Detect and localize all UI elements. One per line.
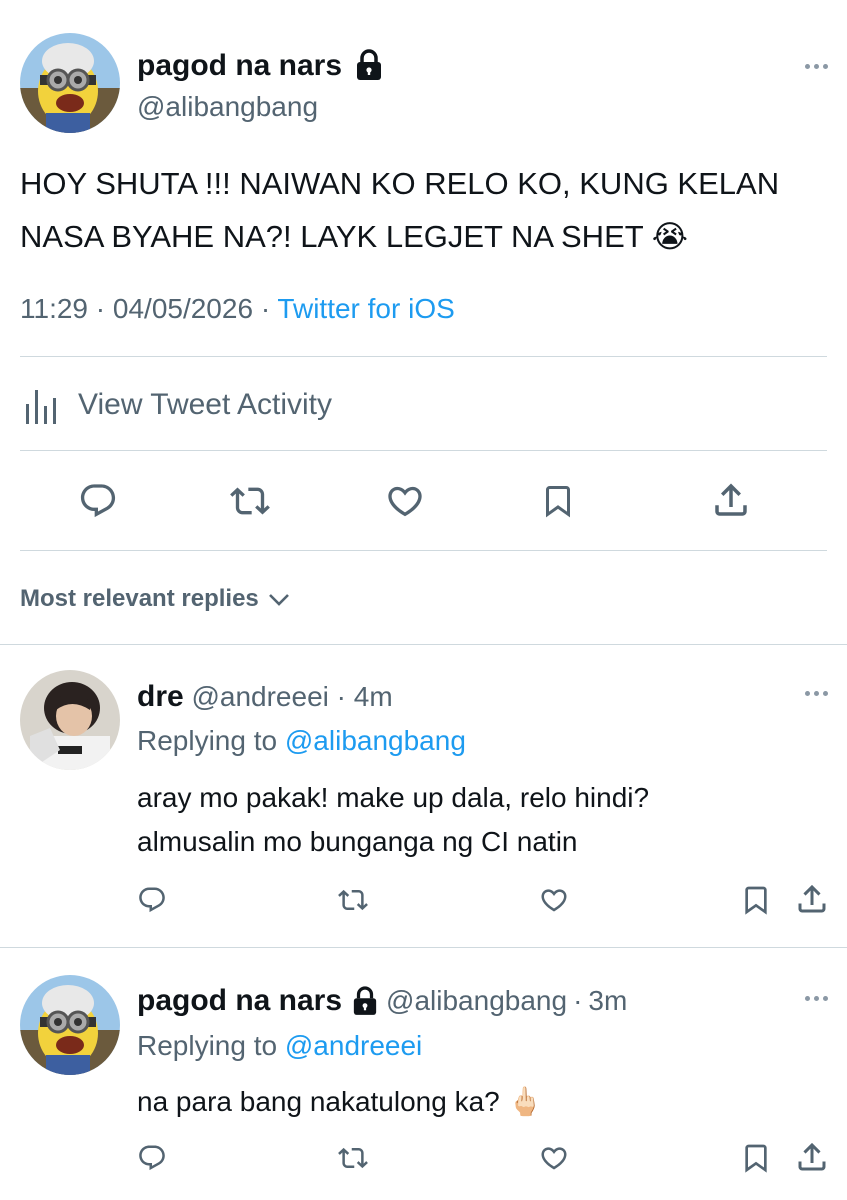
reply-text: aray mo pakak! make up dala, relo hindi?…: [137, 776, 649, 864]
divider: [20, 356, 827, 357]
reply-icon[interactable]: [137, 1143, 167, 1173]
reply-author-name[interactable]: dre: [137, 680, 184, 713]
reply-icon[interactable]: [78, 481, 118, 521]
like-icon[interactable]: [384, 481, 426, 521]
tweet-text-line: HOY SHUTA !!! NAIWAN KO RELO KO, KUNG KE…: [20, 166, 780, 201]
like-icon[interactable]: [538, 885, 570, 915]
tweet-time[interactable]: 11:29: [20, 293, 88, 324]
tweet-text-line: NASA BYAHE NA?! LAYK LEGJET NA SHET 😭: [20, 210, 779, 263]
reply-icon[interactable]: [137, 885, 167, 915]
more-options-icon[interactable]: [805, 691, 828, 696]
meta-separator: ·: [95, 293, 106, 324]
reply-header: dre @andreeei · 4m: [137, 680, 393, 714]
share-icon[interactable]: [710, 479, 752, 521]
more-options-icon[interactable]: [805, 996, 828, 1001]
retweet-icon[interactable]: [337, 1143, 369, 1173]
bookmark-icon[interactable]: [540, 481, 576, 521]
replying-to: Replying to @andreeei: [137, 1030, 422, 1062]
reply-time[interactable]: 4m: [354, 681, 393, 712]
author-name[interactable]: pagod na nars: [137, 49, 342, 83]
author-handle[interactable]: @alibangbang: [137, 91, 318, 123]
replying-to-prefix: Replying to: [137, 1030, 278, 1061]
share-icon[interactable]: [794, 881, 830, 917]
tweet-source-link[interactable]: Twitter for iOS: [277, 293, 454, 324]
view-activity-label: View Tweet Activity: [78, 388, 333, 421]
share-icon[interactable]: [794, 1139, 830, 1175]
reply-avatar[interactable]: [20, 670, 120, 770]
reply-header: pagod na nars @alibangbang · 3m: [137, 984, 627, 1018]
crying-emoji: 😭: [651, 219, 688, 254]
tweet-meta: 11:29 · 04/05/2026 · Twitter for iOS: [20, 293, 455, 325]
lock-icon: [352, 986, 378, 1016]
sort-label: Most relevant replies: [20, 585, 259, 612]
reply-text-line: na para bang nakatulong ka?: [137, 1086, 500, 1117]
replying-to-prefix: Replying to: [137, 725, 278, 756]
sort-replies-dropdown[interactable]: Most relevant replies: [20, 585, 291, 613]
lock-icon: [355, 49, 383, 81]
bookmark-icon[interactable]: [740, 883, 772, 917]
replying-to: Replying to @alibangbang: [137, 725, 466, 757]
divider: [20, 450, 827, 451]
replying-to-handle[interactable]: @alibangbang: [285, 725, 466, 756]
tweet-date[interactable]: 04/05/2026: [113, 293, 253, 324]
bookmark-icon[interactable]: [740, 1141, 772, 1175]
author-avatar[interactable]: [20, 33, 120, 133]
reply-text: na para bang nakatulong ka? 🖕🏻: [137, 1080, 542, 1124]
reply-text-line: aray mo pakak! make up dala, relo hindi?: [137, 782, 650, 813]
reply-author-name[interactable]: pagod na nars: [137, 984, 342, 1018]
retweet-icon[interactable]: [337, 885, 369, 915]
reply-avatar[interactable]: [20, 975, 120, 1075]
reply-author-handle[interactable]: @andreeei: [191, 681, 328, 712]
replying-to-handle[interactable]: @andreeei: [285, 1030, 422, 1061]
retweet-icon[interactable]: [229, 481, 271, 521]
tweet-text-segment: NASA BYAHE NA?! LAYK LEGJET NA SHET: [20, 219, 644, 254]
tweet-text: HOY SHUTA !!! NAIWAN KO RELO KO, KUNG KE…: [20, 157, 779, 263]
reply-text-line: almusalin mo bunganga ng CI natin: [137, 826, 578, 857]
reply-author-handle[interactable]: @alibangbang: [386, 985, 567, 1017]
analytics-icon: [20, 386, 62, 424]
reply-time[interactable]: 3m: [588, 985, 627, 1017]
section-divider: [0, 644, 847, 645]
chevron-down-icon: [267, 591, 291, 607]
more-options-icon[interactable]: [805, 64, 828, 69]
meta-separator: ·: [336, 681, 346, 712]
divider: [20, 550, 827, 551]
middle-finger-emoji: 🖕🏻: [507, 1086, 543, 1117]
like-icon[interactable]: [538, 1143, 570, 1173]
view-tweet-activity-button[interactable]: View Tweet Activity: [20, 383, 332, 427]
meta-separator: ·: [260, 293, 271, 324]
meta-separator: ·: [573, 985, 583, 1016]
section-divider: [0, 947, 847, 948]
